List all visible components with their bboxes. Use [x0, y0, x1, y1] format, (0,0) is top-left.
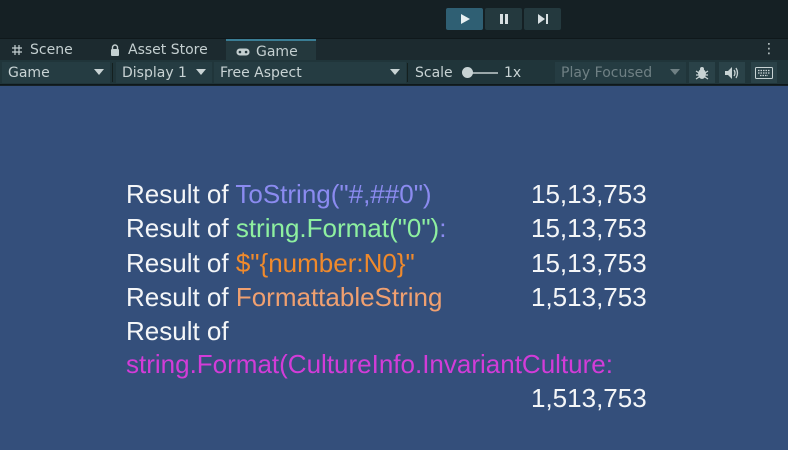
view-dropdown[interactable]: Game — [2, 62, 110, 83]
chevron-down-icon — [94, 69, 104, 75]
play-icon — [460, 14, 470, 24]
editor-tab-row: Scene Asset Store Game ⋮ — [0, 38, 788, 62]
play-focused-label: Play Focused — [561, 64, 653, 81]
keyboard-shortcuts-button[interactable] — [751, 62, 777, 83]
scale-slider-handle[interactable] — [462, 67, 473, 78]
aspect-dropdown[interactable]: Free Aspect — [214, 62, 406, 83]
result-value-2: 15,13,753 — [531, 213, 647, 243]
pause-icon — [499, 14, 508, 24]
game-viewport[interactable]: Result of ToString("#,##0") 15,13,753 Re… — [0, 86, 788, 450]
code-string-format: string.Format("0") — [235, 213, 440, 243]
result-value-5: 1,513,753 — [531, 383, 647, 413]
display-dropdown[interactable]: Display 1 — [116, 62, 212, 83]
keyboard-icon — [755, 66, 773, 79]
tab-game-label: Game — [256, 43, 298, 60]
step-button[interactable] — [524, 8, 561, 30]
result-prefix: Result of — [126, 213, 236, 243]
tab-asset-store[interactable]: Asset Store — [98, 39, 226, 61]
gamepad-icon — [236, 45, 250, 59]
code-formattable: FormattableString — [235, 282, 443, 312]
result-value-3: 15,13,753 — [531, 248, 647, 278]
lock-icon — [108, 43, 122, 57]
step-icon — [537, 14, 548, 24]
tab-asset-store-label: Asset Store — [128, 42, 208, 58]
chevron-down-icon — [390, 69, 400, 75]
code-tostring: ToString("#,##0") — [235, 179, 432, 209]
more-options-icon[interactable]: ⋮ — [762, 41, 776, 57]
aspect-dropdown-label: Free Aspect — [220, 64, 302, 81]
scale-value: 1x — [504, 64, 522, 81]
result-row-string-format: Result of string.Format("0"): — [126, 213, 446, 243]
result-prefix: Result of — [126, 248, 236, 278]
chevron-down-icon — [670, 69, 680, 75]
stats-button[interactable] — [689, 62, 715, 83]
code-invariant-culture: string.Format(CultureInfo.InvariantCultu… — [126, 349, 613, 379]
pause-button[interactable] — [485, 8, 522, 30]
mute-audio-button[interactable] — [719, 62, 745, 83]
tab-game[interactable]: Game — [226, 39, 316, 62]
result-row-interpolated: Result of $"{number:N0}" — [126, 248, 415, 278]
result-prefix: Result of — [126, 282, 236, 312]
result-row-invariant-prefix: Result of — [126, 316, 229, 346]
chevron-down-icon — [196, 69, 206, 75]
game-view-controls: Game Display 1 Free Aspect Scale 1x Play… — [0, 60, 788, 85]
play-button[interactable] — [446, 8, 483, 30]
tab-scene-label: Scene — [30, 42, 73, 58]
speaker-icon — [725, 66, 739, 79]
result-value-4: 1,513,753 — [531, 282, 647, 312]
divider — [407, 63, 408, 82]
result-row-formattable: Result of FormattableString — [126, 282, 442, 312]
tab-scene[interactable]: Scene — [0, 39, 98, 61]
display-dropdown-label: Display 1 — [122, 64, 187, 81]
result-value-1: 15,13,753 — [531, 179, 647, 209]
result-prefix: Result of — [126, 179, 236, 209]
divider — [112, 63, 113, 82]
bug-icon — [695, 66, 709, 79]
grid-icon — [10, 43, 24, 57]
result-row-tostring: Result of ToString("#,##0") — [126, 179, 432, 209]
view-dropdown-label: Game — [8, 64, 50, 81]
play-focused-dropdown[interactable]: Play Focused — [555, 62, 686, 83]
playback-controls — [446, 8, 561, 30]
play-toolbar — [0, 0, 788, 38]
scale-label: Scale — [415, 64, 453, 81]
code-interpolated: $"{number:N0}" — [235, 248, 415, 278]
code-suffix: : — [439, 213, 447, 243]
